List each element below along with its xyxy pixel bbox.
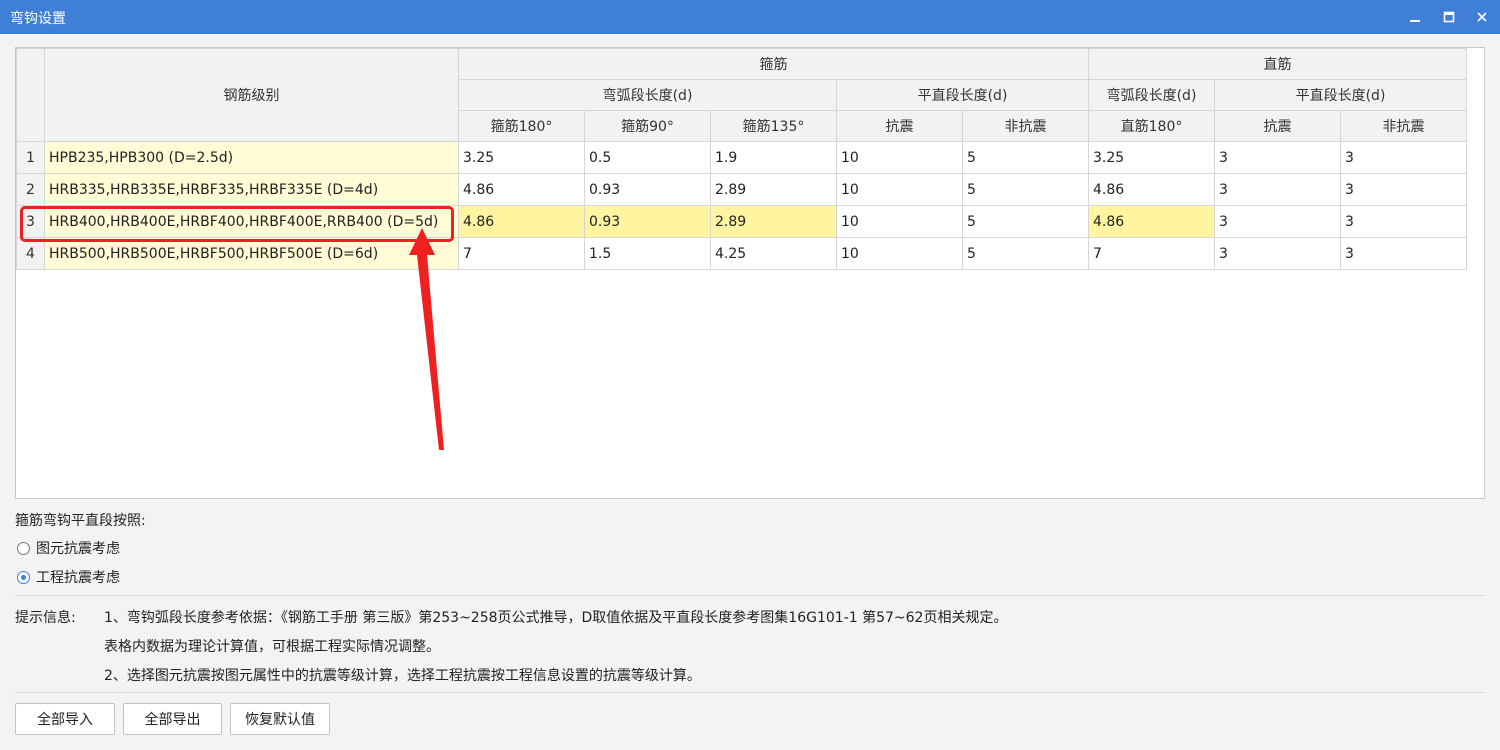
value-cell[interactable]: 3 (1340, 173, 1467, 206)
value-cell[interactable]: 3.25 (1088, 141, 1215, 174)
maximize-icon (1443, 11, 1455, 23)
flat-length-header: 平直段长度(d) (836, 79, 1089, 111)
value-cell[interactable]: 7 (458, 237, 585, 270)
row-number: 2 (16, 173, 45, 206)
col-header: 直筋180° (1088, 110, 1215, 142)
col-header: 非抗震 (1340, 110, 1467, 142)
col-header: 非抗震 (962, 110, 1089, 142)
col-header: 箍筋180° (458, 110, 585, 142)
value-cell[interactable]: 3 (1214, 237, 1341, 270)
grade-cell[interactable]: HRB500,HRB500E,HRBF500,HRBF500E (D=6d) (44, 237, 459, 270)
radio-element-seismic[interactable]: 图元抗震考虑 (17, 538, 120, 558)
title-bar: 弯钩设置 (0, 0, 1500, 34)
stirrup-flat-option-label: 箍筋弯钩平直段按照: (15, 513, 146, 529)
straight-flat-length-header: 平直段长度(d) (1214, 79, 1467, 111)
value-cell[interactable]: 5 (962, 205, 1089, 238)
export-all-button[interactable]: 全部导出 (123, 703, 222, 735)
table-row-selected[interactable]: 3 HRB400,HRB400E,HRBF400,HRBF400E,RRB400… (16, 205, 1467, 238)
table-row[interactable]: 2 HRB335,HRB335E,HRBF335,HRBF335E (D=4d)… (16, 173, 1467, 206)
value-cell-highlighted[interactable]: 0.93 (584, 205, 711, 238)
value-cell[interactable]: 1.5 (584, 237, 711, 270)
value-cell[interactable]: 1.9 (710, 141, 837, 174)
value-cell[interactable]: 3 (1214, 173, 1341, 206)
grade-cell[interactable]: HRB400,HRB400E,HRBF400,HRBF400E,RRB400 (… (44, 205, 459, 238)
restore-default-button[interactable]: 恢复默认值 (230, 703, 330, 735)
value-cell-highlighted[interactable]: 4.86 (458, 205, 585, 238)
value-cell[interactable]: 3.25 (458, 141, 585, 174)
row-number-header (16, 48, 45, 142)
minimize-icon (1410, 20, 1420, 22)
value-cell[interactable]: 3 (1340, 237, 1467, 270)
hook-table: 钢筋级别 箍筋 直筋 弯弧段长度(d) 平直段长度(d) 弯弧段长度(d) 平直… (16, 48, 1467, 270)
col-header: 抗震 (1214, 110, 1341, 142)
value-cell-highlighted[interactable]: 4.86 (1088, 205, 1215, 238)
tip-line-1: 1、弯钩弧段长度参考依据：《钢筋工手册 第三版》第253~258页公式推导，D取… (104, 610, 1008, 626)
tip-line-3: 2、选择图元抗震按图元属性中的抗震等级计算，选择工程抗震按工程信息设置的抗震等级… (104, 668, 701, 684)
value-cell[interactable]: 5 (962, 141, 1089, 174)
tips-label: 提示信息: (15, 610, 76, 626)
tip-line-2: 表格内数据为理论计算值，可根据工程实际情况调整。 (104, 639, 440, 655)
grade-cell[interactable]: HPB235,HPB300 (D=2.5d) (44, 141, 459, 174)
value-cell[interactable]: 7 (1088, 237, 1215, 270)
table-row[interactable]: 1 HPB235,HPB300 (D=2.5d) 3.25 0.5 1.9 10… (16, 141, 1467, 174)
radio-label: 工程抗震考虑 (36, 570, 120, 586)
col-header: 箍筋135° (710, 110, 837, 142)
divider (15, 692, 1485, 693)
table-row[interactable]: 4 HRB500,HRB500E,HRBF500,HRBF500E (D=6d)… (16, 237, 1467, 270)
value-cell[interactable]: 10 (836, 141, 963, 174)
radio-label: 图元抗震考虑 (36, 541, 120, 557)
straight-group-header: 直筋 (1088, 48, 1467, 80)
col-header: 抗震 (836, 110, 963, 142)
row-number: 3 (16, 205, 45, 238)
divider (15, 595, 1485, 596)
value-cell[interactable]: 3 (1214, 205, 1341, 238)
value-cell[interactable]: 4.86 (1088, 173, 1215, 206)
value-cell[interactable]: 5 (962, 173, 1089, 206)
value-cell[interactable]: 4.86 (458, 173, 585, 206)
arc-length-header: 弯弧段长度(d) (458, 79, 837, 111)
import-all-button[interactable]: 全部导入 (15, 703, 115, 735)
radio-circle-icon[interactable] (17, 541, 30, 555)
radio-checked-icon[interactable] (17, 570, 30, 584)
minimize-button[interactable] (1402, 5, 1428, 29)
radio-project-seismic[interactable]: 工程抗震考虑 (17, 567, 120, 587)
close-icon (1477, 12, 1487, 22)
row-number: 4 (16, 237, 45, 270)
value-cell[interactable]: 0.5 (584, 141, 711, 174)
value-cell[interactable]: 10 (836, 237, 963, 270)
value-cell[interactable]: 0.93 (584, 173, 711, 206)
value-cell[interactable]: 4.25 (710, 237, 837, 270)
row-number: 1 (16, 141, 45, 174)
close-button[interactable] (1469, 5, 1495, 29)
stirrup-group-header: 箍筋 (458, 48, 1089, 80)
value-cell[interactable]: 5 (962, 237, 1089, 270)
value-cell[interactable]: 3 (1214, 141, 1341, 174)
grade-cell[interactable]: HRB335,HRB335E,HRBF335,HRBF335E (D=4d) (44, 173, 459, 206)
value-cell[interactable]: 3 (1340, 205, 1467, 238)
value-cell[interactable]: 2.89 (710, 173, 837, 206)
value-cell-highlighted[interactable]: 2.89 (710, 205, 837, 238)
value-cell[interactable]: 10 (836, 173, 963, 206)
window-title: 弯钩设置 (10, 11, 66, 27)
value-cell[interactable]: 10 (836, 205, 963, 238)
col-header: 箍筋90° (584, 110, 711, 142)
maximize-button[interactable] (1436, 5, 1462, 29)
straight-arc-length-header: 弯弧段长度(d) (1088, 79, 1215, 111)
value-cell[interactable]: 3 (1340, 141, 1467, 174)
grade-header: 钢筋级别 (44, 48, 459, 142)
hook-settings-grid: 钢筋级别 箍筋 直筋 弯弧段长度(d) 平直段长度(d) 弯弧段长度(d) 平直… (15, 47, 1485, 499)
